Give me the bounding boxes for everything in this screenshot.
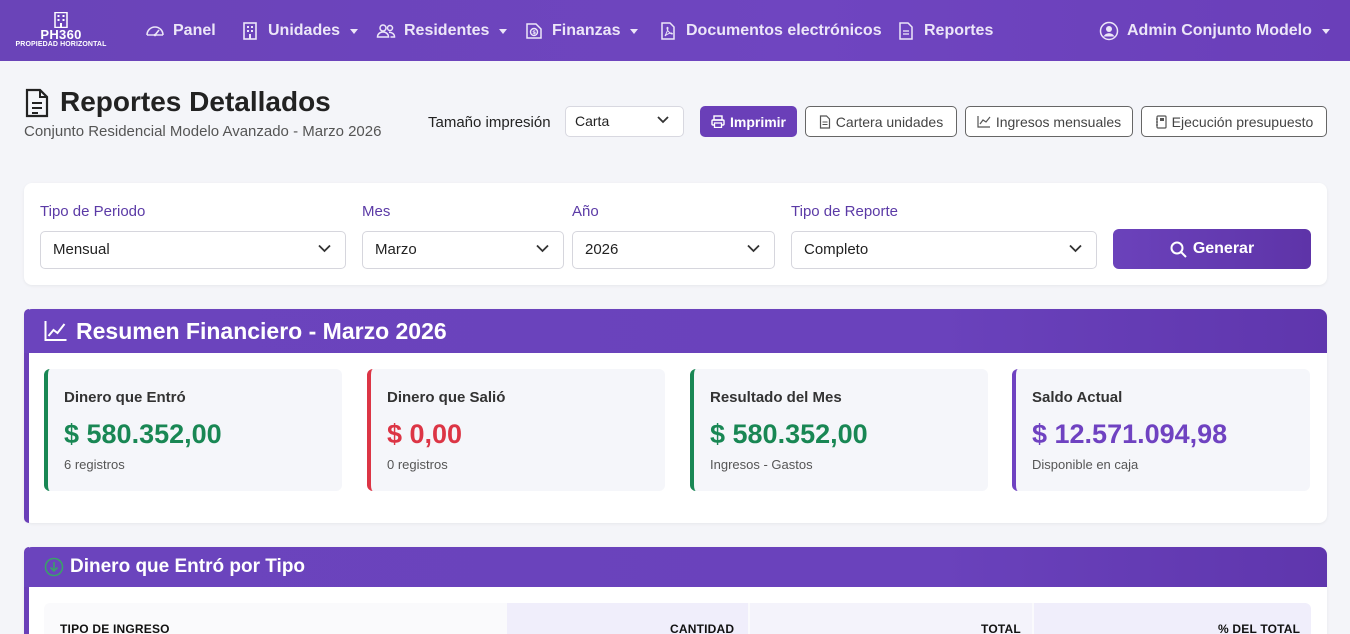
page-subtitle: Conjunto Residencial Modelo Avanzado - M… [24, 123, 382, 140]
file-icon [819, 114, 830, 129]
nav-label-unidades: Unidades [268, 22, 341, 39]
nav-item-documentos[interactable]: Documentos electrónicos [658, 19, 882, 43]
nav-item-unidades[interactable]: Unidades [240, 19, 359, 43]
income-by-type-header: Dinero que Entró por Tipo [24, 547, 1327, 587]
nav-item-finanzas[interactable]: $ Finanzas [524, 19, 639, 43]
stat-note: Disponible en caja [1032, 457, 1139, 472]
gauge-icon [146, 26, 164, 37]
chevron-down-icon [536, 244, 549, 253]
stat-note: Ingresos - Gastos [710, 457, 813, 472]
period-type-label: Tipo de Periodo [40, 203, 146, 220]
table-header-row: TIPO DE INGRESO CANTIDAD TOTAL % DEL TOT… [44, 603, 1311, 634]
chevron-down-icon [657, 116, 669, 124]
generate-button[interactable]: Generar [1113, 229, 1311, 269]
building-logo-icon [54, 12, 68, 28]
stat-title: Resultado del Mes [710, 389, 842, 406]
nav-item-panel[interactable]: Panel [145, 19, 216, 43]
user-menu[interactable]: Admin Conjunto Modelo [1099, 19, 1330, 43]
building-icon [243, 22, 257, 40]
column-header-tipo: TIPO DE INGRESO [60, 622, 170, 634]
top-navbar: PH360 PROPIEDAD HORIZONTAL Panel Unidade… [0, 0, 1350, 61]
file-text-icon [899, 22, 913, 40]
ejecucion-presupuesto-button[interactable]: Ejecución presupuesto [1141, 106, 1327, 137]
ingresos-mensuales-label: Ingresos mensuales [995, 113, 1122, 130]
stat-value: $ 0,00 [387, 419, 463, 449]
user-circle-icon [1099, 21, 1119, 41]
month-value: Marzo [375, 241, 417, 258]
summary-header: Resumen Financiero - Marzo 2026 [24, 309, 1327, 353]
print-size-select[interactable]: Carta [565, 106, 684, 137]
nav-label-panel: Panel [173, 22, 216, 39]
brand-logo[interactable]: PH360 PROPIEDAD HORIZONTAL [12, 12, 110, 52]
stat-title: Dinero que Entró [64, 389, 186, 406]
column-header-total: TOTAL [981, 622, 1021, 634]
pdf-file-icon [661, 22, 675, 40]
period-type-value: Mensual [53, 241, 110, 258]
year-value: 2026 [585, 241, 619, 258]
stat-value: $ 580.352,00 [710, 419, 868, 449]
journal-icon [1155, 114, 1167, 129]
nav-label-documentos: Documentos electrónicos [686, 22, 882, 39]
stat-title: Saldo Actual [1032, 389, 1123, 406]
column-header-cantidad: CANTIDAD [670, 622, 735, 634]
print-button[interactable]: Imprimir [700, 106, 797, 137]
ingresos-mensuales-button[interactable]: Ingresos mensuales [965, 106, 1133, 137]
chevron-down-icon [318, 244, 331, 253]
chevron-down-icon [1069, 244, 1082, 253]
print-size-value: Carta [575, 113, 610, 129]
stat-value: $ 580.352,00 [64, 419, 222, 449]
stat-note: 6 registros [64, 457, 125, 472]
ejecucion-presupuesto-label: Ejecución presupuesto [1171, 113, 1314, 130]
print-size-label: Tamaño impresión [428, 114, 551, 131]
stat-card-result: Resultado del Mes $ 580.352,00 Ingresos … [690, 369, 988, 491]
cartera-unidades-button[interactable]: Cartera unidades [805, 106, 957, 137]
month-select[interactable]: Marzo [362, 231, 564, 269]
people-icon [376, 24, 396, 38]
chevron-down-icon [1321, 28, 1330, 34]
nav-item-residentes[interactable]: Residentes [376, 19, 508, 43]
user-name: Admin Conjunto Modelo [1127, 22, 1312, 39]
chevron-down-icon [499, 28, 508, 34]
stat-title: Dinero que Salió [387, 389, 506, 406]
month-label: Mes [362, 203, 391, 220]
file-text-icon [25, 88, 49, 118]
summary-title: Resumen Financiero - Marzo 2026 [76, 317, 447, 344]
chevron-down-icon [350, 28, 359, 34]
generate-button-label: Generar [1192, 240, 1255, 257]
line-chart-icon [977, 116, 991, 128]
line-chart-icon [44, 321, 67, 341]
page-title: Reportes Detallados [60, 86, 331, 117]
period-type-select[interactable]: Mensual [40, 231, 346, 269]
report-type-label: Tipo de Reporte [791, 203, 899, 220]
report-type-value: Completo [804, 241, 869, 258]
chevron-down-icon [630, 28, 639, 34]
stat-card-expenses: Dinero que Salió $ 0,00 0 registros [367, 369, 665, 491]
brand-name: PH360 [40, 27, 82, 42]
column-header-porcentaje: % DEL TOTAL [1218, 622, 1301, 634]
year-select[interactable]: 2026 [572, 231, 775, 269]
brand-tagline: PROPIEDAD HORIZONTAL [15, 41, 107, 48]
stat-card-balance: Saldo Actual $ 12.571.094,98 Disponible … [1012, 369, 1310, 491]
report-type-select[interactable]: Completo [791, 231, 1097, 269]
nav-item-reportes[interactable]: Reportes [896, 19, 993, 43]
income-by-type-title: Dinero que Entró por Tipo [70, 556, 306, 577]
svg-text:$: $ [532, 30, 536, 36]
stat-note: 0 registros [387, 457, 448, 472]
year-label: Año [572, 203, 599, 220]
printer-icon [711, 115, 725, 128]
search-icon [1170, 241, 1187, 258]
cartera-unidades-label: Cartera unidades [835, 113, 944, 130]
nav-label-finanzas: Finanzas [552, 22, 621, 39]
print-button-label: Imprimir [729, 113, 786, 130]
cash-icon: $ [526, 23, 542, 39]
nav-label-residentes: Residentes [404, 22, 490, 39]
nav-label-reportes: Reportes [924, 22, 994, 39]
stat-card-income: Dinero que Entró $ 580.352,00 6 registro… [44, 369, 342, 491]
arrow-down-circle-icon [44, 557, 64, 577]
chevron-down-icon [747, 244, 760, 253]
stat-value: $ 12.571.094,98 [1032, 419, 1228, 449]
